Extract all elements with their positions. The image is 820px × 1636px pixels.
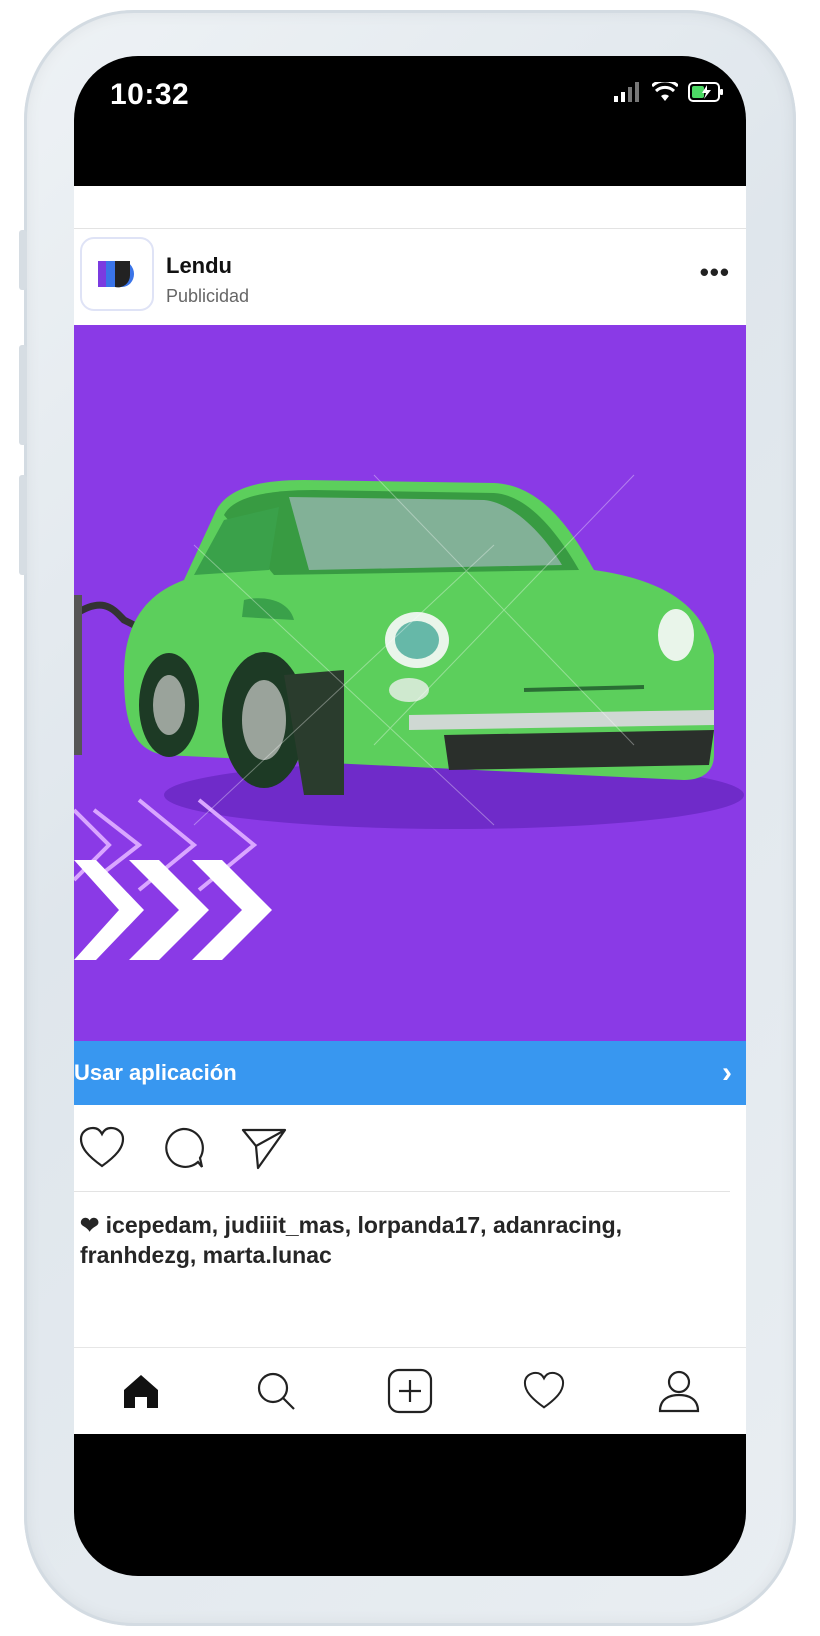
more-options-icon[interactable]: ••• (700, 257, 730, 288)
phone-side-button (19, 230, 27, 290)
charger-post (74, 595, 82, 755)
share-icon[interactable] (240, 1126, 288, 1170)
sponsored-label: Publicidad (166, 286, 250, 306)
status-time: 10:32 (110, 78, 190, 111)
post-actions (74, 1105, 730, 1192)
tab-add[interactable] (380, 1361, 440, 1421)
battery-icon (688, 82, 723, 102)
likes-heart-icon: ❤ (80, 1212, 100, 1238)
liked-by-list[interactable]: icepedam, judiiit_mas, lorpanda17, adanr… (80, 1212, 622, 1268)
tab-profile[interactable] (649, 1361, 709, 1421)
chevron-right-icon: › (722, 1056, 732, 1089)
like-heart-icon[interactable] (78, 1126, 126, 1170)
app-area: Lendu Publicidad ••• Usar aplicación › ❤… (74, 186, 746, 1434)
search-icon (257, 1372, 295, 1410)
status-icons (614, 82, 724, 102)
phone-volume-down (19, 475, 27, 575)
use-app-button[interactable]: Usar aplicación › (74, 1041, 746, 1105)
bottom-tab-bar (74, 1347, 746, 1434)
heart-icon (524, 1371, 565, 1409)
post-header: Lendu Publicidad ••• (74, 229, 746, 325)
cta-label: Usar aplicación (74, 1060, 237, 1085)
tab-home[interactable] (111, 1361, 171, 1421)
phone-screen: 10:32 Lendu Publicidad ••• Usar aplicaci… (74, 56, 746, 1576)
likes-text: ❤ icepedam, judiiit_mas, lorpanda17, ada… (74, 1192, 746, 1270)
home-icon (124, 1375, 159, 1408)
wifi-icon (652, 82, 678, 101)
tab-activity[interactable] (514, 1361, 574, 1421)
profile-icon (658, 1370, 699, 1413)
phone-volume-up (19, 345, 27, 445)
ad-image[interactable] (74, 325, 746, 1041)
brand-avatar[interactable] (80, 237, 154, 311)
ad-illustration (74, 325, 746, 1041)
add-icon (387, 1368, 433, 1414)
comment-icon[interactable] (160, 1125, 206, 1171)
signal-icon (614, 82, 639, 102)
brand-name[interactable]: Lendu (166, 253, 232, 279)
lendu-logo-icon (98, 261, 134, 288)
tab-search[interactable] (246, 1361, 306, 1421)
status-bar: 10:32 (74, 56, 746, 186)
app-top-bar (74, 186, 746, 229)
